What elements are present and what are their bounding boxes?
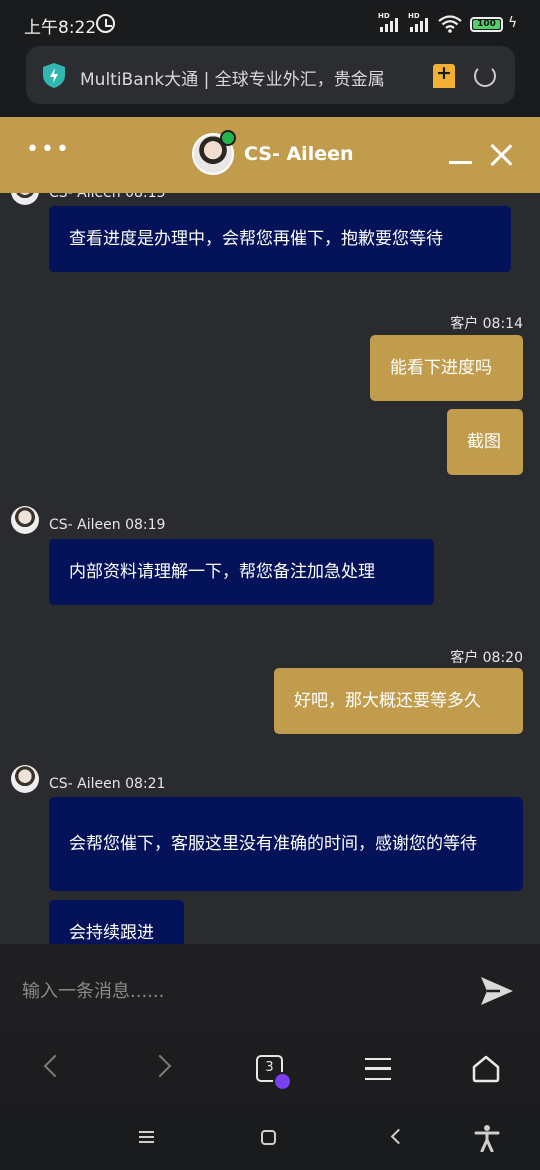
message-meta: CS- Aileen 08:19 bbox=[49, 517, 166, 533]
alarm-icon bbox=[96, 14, 115, 33]
incognito-badge-icon bbox=[273, 1072, 292, 1091]
shield-icon bbox=[43, 63, 65, 88]
user-message-bubble: 好吧，那大概还要等多久 bbox=[274, 668, 523, 734]
message-meta: 客户 08:14 bbox=[450, 316, 523, 332]
message-meta: 客户 08:20 bbox=[450, 650, 523, 666]
wifi-icon bbox=[438, 15, 462, 33]
signal-icon: HD bbox=[378, 12, 404, 32]
message-meta: CS- Aileen 08:21 bbox=[49, 776, 166, 792]
agent-message-bubble: 会帮您催下，客服这里没有准确的时间，感谢您的等待 bbox=[49, 797, 523, 891]
browser-toolbar: 3 bbox=[0, 1034, 540, 1106]
minimize-icon[interactable] bbox=[449, 161, 472, 164]
agent-message-bubble: 会持续跟进 bbox=[49, 900, 184, 944]
battery-icon: 100 bbox=[470, 17, 503, 32]
agent-avatar bbox=[11, 193, 39, 205]
signal-icon-2: HD bbox=[408, 12, 434, 32]
agent-avatar bbox=[11, 765, 39, 793]
forward-icon[interactable] bbox=[148, 1054, 172, 1078]
recent-apps-icon[interactable] bbox=[139, 1131, 154, 1143]
more-icon[interactable]: ••• bbox=[26, 139, 71, 161]
message-input[interactable] bbox=[22, 978, 442, 1004]
chat-header: ••• CS- Aileen bbox=[0, 117, 540, 193]
back-icon[interactable] bbox=[43, 1054, 67, 1078]
bookmark-add-icon[interactable] bbox=[433, 62, 455, 88]
system-back-icon[interactable] bbox=[390, 1128, 407, 1145]
system-home-icon[interactable] bbox=[261, 1130, 276, 1145]
agent-name: CS- Aileen bbox=[244, 143, 354, 165]
message-text: 会持续跟进 bbox=[69, 923, 154, 943]
close-icon[interactable] bbox=[489, 143, 513, 167]
message-text: 截图 bbox=[467, 432, 501, 452]
home-icon[interactable] bbox=[471, 1054, 501, 1084]
address-bar[interactable]: MultiBank大通 | 全球专业外汇，贵金属 bbox=[26, 46, 515, 104]
status-bar: 上午8:22 HD HD 100 ϟ bbox=[0, 0, 540, 46]
message-text: 能看下进度吗 bbox=[390, 358, 492, 378]
message-text: 会帮您催下，客服这里没有准确的时间，感谢您的等待 bbox=[69, 834, 477, 854]
url-title[interactable]: MultiBank大通 | 全球专业外汇，贵金属 bbox=[80, 65, 398, 90]
message-text: 查看进度是办理中，会帮您再催下，抱歉要您等待 bbox=[69, 229, 443, 249]
refresh-icon[interactable] bbox=[474, 65, 496, 87]
user-message-bubble: 能看下进度吗 bbox=[370, 335, 523, 401]
agent-message-bubble: 内部资料请理解一下，帮您备注加急处理 bbox=[49, 539, 434, 605]
message-text: 内部资料请理解一下，帮您备注加急处理 bbox=[69, 562, 375, 582]
status-time: 上午8:22 bbox=[24, 18, 97, 38]
system-navigation bbox=[0, 1106, 540, 1170]
message-meta: CS- Aileen 08:13 bbox=[49, 193, 166, 201]
user-message-bubble: 截图 bbox=[447, 409, 523, 475]
online-status-icon bbox=[220, 130, 236, 146]
message-list[interactable]: CS- Aileen 08:13 查看进度是办理中，会帮您再催下，抱歉要您等待 … bbox=[0, 193, 540, 944]
agent-avatar bbox=[11, 506, 39, 534]
message-composer bbox=[0, 944, 540, 1034]
accessibility-icon[interactable] bbox=[474, 1124, 500, 1152]
menu-icon[interactable] bbox=[365, 1058, 391, 1080]
message-text: 好吧，那大概还要等多久 bbox=[294, 691, 481, 711]
charging-icon: ϟ bbox=[508, 15, 518, 31]
battery-level: 100 bbox=[473, 20, 500, 29]
agent-message-bubble: 查看进度是办理中，会帮您再催下，抱歉要您等待 bbox=[49, 206, 511, 272]
send-icon[interactable] bbox=[480, 975, 514, 1007]
